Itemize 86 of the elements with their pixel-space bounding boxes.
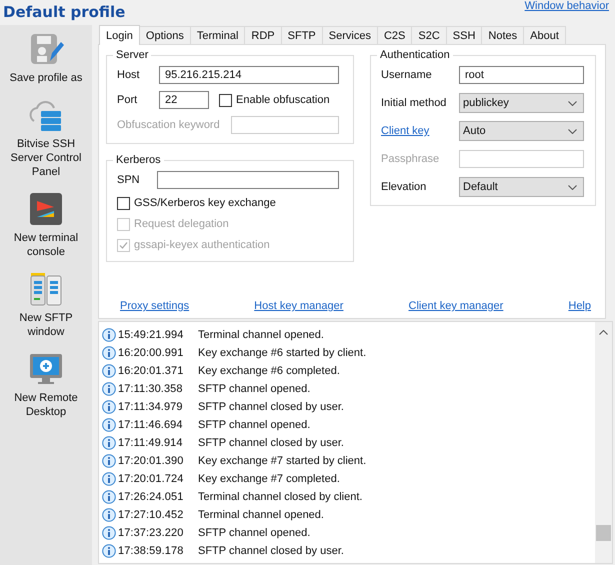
- log-time: 17:37:23.220: [118, 527, 184, 539]
- log-message: Terminal channel opened.: [198, 509, 324, 521]
- log-time: 17:11:34.979: [118, 401, 184, 413]
- remote-desktop-icon[interactable]: [28, 351, 64, 387]
- info-icon: [102, 508, 116, 522]
- client-key-link[interactable]: Client key: [381, 125, 459, 137]
- checkbox-label[interactable]: GSS/Kerberos key exchange: [134, 197, 276, 209]
- port-field[interactable]: 22: [159, 91, 209, 109]
- log-time: 15:49:21.994: [118, 329, 184, 341]
- field-label: Obfuscation keyword: [117, 119, 221, 131]
- proxy-settings-link[interactable]: Proxy settings: [120, 300, 190, 312]
- field-label: SPN: [117, 174, 141, 186]
- sidebar-label[interactable]: New Remote Desktop: [1, 391, 91, 419]
- log-message: SFTP channel closed by user.: [198, 401, 344, 413]
- log-time: 17:26:24.051: [118, 491, 184, 503]
- client-key-manager-link[interactable]: Client key manager: [408, 300, 504, 312]
- info-icon: [102, 472, 116, 486]
- log-message: Key exchange #7 completed.: [198, 473, 340, 485]
- tab[interactable]: Options: [138, 26, 191, 44]
- log-time: 16:20:01.371: [118, 365, 184, 377]
- dropdown[interactable]: Default: [459, 177, 584, 197]
- checkbox[interactable]: [219, 94, 232, 106]
- host-field[interactable]: 95.216.215.214: [159, 66, 339, 84]
- info-icon: [102, 382, 116, 396]
- scrollbar[interactable]: [595, 322, 612, 563]
- info-icon: [102, 346, 116, 360]
- log-message: SFTP channel opened.: [198, 527, 310, 539]
- info-icon: [102, 436, 116, 450]
- terminal-icon[interactable]: [28, 191, 64, 227]
- log-time: 17:20:01.724: [118, 473, 184, 485]
- scrollbar-thumb[interactable]: [596, 525, 611, 541]
- field-label: Initial method: [381, 97, 448, 109]
- info-icon: [102, 328, 116, 342]
- log-time: 16:20:00.991: [118, 347, 184, 359]
- tab[interactable]: Login: [99, 25, 140, 45]
- log-message: Terminal channel opened.: [198, 329, 324, 341]
- sidebar-label[interactable]: Bitvise SSH Server Control Panel: [1, 137, 91, 179]
- log-time: 17:11:30.358: [118, 383, 184, 395]
- log-message: SFTP channel closed by user.: [198, 437, 344, 449]
- checkbox-label[interactable]: Enable obfuscation: [236, 94, 330, 106]
- log-time: 17:11:46.694: [118, 419, 184, 431]
- chevron-down-icon: [568, 100, 577, 106]
- log-time: 17:20:01.390: [118, 455, 184, 467]
- log-message: SFTP channel closed by user.: [198, 545, 344, 557]
- log-time: 17:38:59.178: [118, 545, 184, 557]
- sidebar-label[interactable]: New SFTP window: [1, 311, 91, 339]
- field-label: Port: [117, 94, 138, 106]
- help-link[interactable]: Help: [568, 300, 591, 312]
- log-time: 17:27:10.452: [118, 509, 184, 521]
- field-label: Username: [381, 69, 433, 81]
- tab[interactable]: About: [523, 26, 566, 44]
- sidebar-label[interactable]: Save profile as: [1, 71, 91, 85]
- sidebar-label[interactable]: New terminal console: [1, 231, 91, 259]
- floppy-pencil-icon[interactable]: [28, 31, 64, 67]
- file-panels-icon[interactable]: [28, 271, 64, 307]
- group-title: Server: [115, 49, 150, 61]
- dropdown[interactable]: publickey: [459, 93, 584, 113]
- info-icon: [102, 454, 116, 468]
- field-label: Host: [117, 69, 141, 81]
- info-icon: [102, 364, 116, 378]
- chevron-down-icon: [568, 184, 577, 190]
- field-label: Passphrase: [381, 153, 440, 165]
- group-title: Authentication: [379, 49, 451, 61]
- dropdown[interactable]: Auto: [459, 121, 584, 141]
- info-icon: [102, 526, 116, 540]
- info-icon: [102, 418, 116, 432]
- field-label: Elevation: [381, 181, 428, 193]
- spn-field[interactable]: [157, 171, 339, 189]
- host-key-manager-link[interactable]: Host key manager: [254, 300, 344, 312]
- log-message: SFTP channel opened.: [198, 419, 310, 431]
- log-time: 17:11:49.914: [118, 437, 184, 449]
- chevron-up-icon[interactable]: [599, 330, 608, 335]
- text-field[interactable]: root: [459, 66, 584, 84]
- info-icon: [102, 544, 116, 558]
- profile-title: Default profile: [2, 2, 126, 21]
- info-icon: [102, 490, 116, 504]
- checkbox[interactable]: [117, 196, 130, 210]
- log-message: Terminal channel closed by client.: [198, 491, 362, 503]
- chevron-down-icon: [568, 128, 577, 134]
- info-icon: [102, 400, 116, 414]
- log-message: Key exchange #6 completed.: [198, 365, 340, 377]
- log-message: SFTP channel opened.: [198, 383, 310, 395]
- log-message: Key exchange #6 started by client.: [198, 347, 366, 359]
- group-title: Kerberos: [115, 154, 162, 166]
- log-message: Key exchange #7 started by client.: [198, 455, 366, 467]
- window-behavior-link[interactable]: Window behavior: [524, 0, 609, 12]
